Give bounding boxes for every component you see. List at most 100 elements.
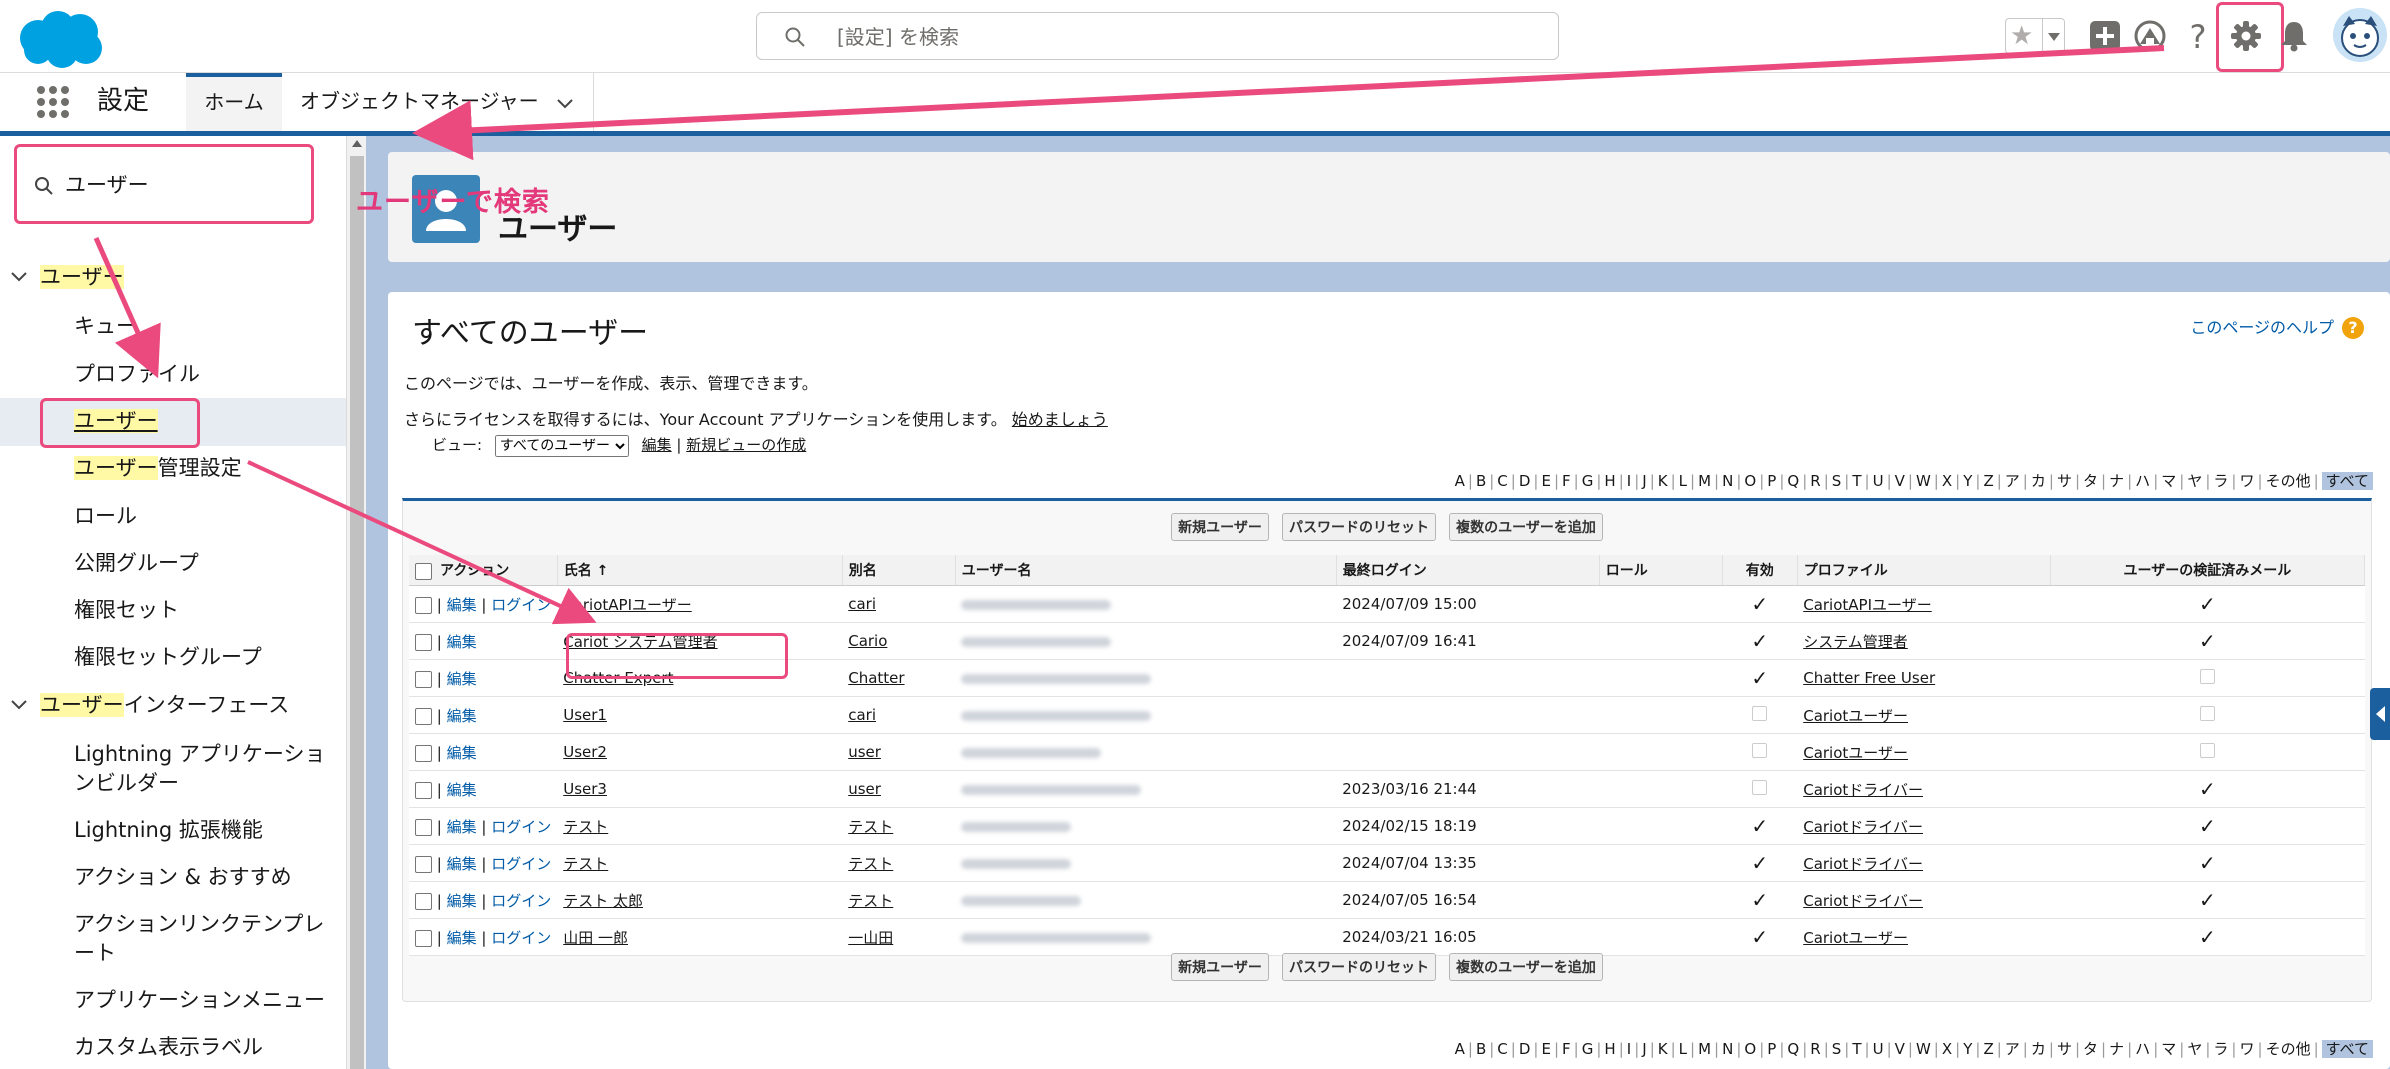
notification-bell-icon[interactable] [2276,18,2312,54]
alpha-filter-letter[interactable]: F [1562,472,1571,490]
user-name-link[interactable]: User3 [563,780,607,798]
user-avatar[interactable] [2333,8,2387,62]
user-alias-link[interactable]: テスト [848,855,893,873]
user-alias-link[interactable]: user [848,780,881,798]
sidebar-item-app-menu[interactable]: アプリケーションメニュー [74,986,344,1015]
alpha-filter-letter[interactable]: W [1916,1040,1931,1058]
alpha-filter-letter[interactable]: T [1852,472,1861,490]
profile-link[interactable]: Cariotユーザー [1803,929,1908,947]
sidebar-item-custom-labels[interactable]: カスタム表示ラベル [74,1033,344,1062]
scrollbar-thumb[interactable] [350,156,364,1069]
new-user-button[interactable]: 新規ユーザー [1171,513,1269,541]
alpha-filter-letter[interactable]: マ [2161,1040,2176,1058]
tree-group-user-interface[interactable]: ユーザーインターフェース [0,690,289,720]
alpha-filter-letter[interactable]: ナ [2109,472,2124,490]
sidebar-item-roles[interactable]: ロール [74,502,344,531]
row-checkbox[interactable] [415,855,432,873]
alpha-filter-letter[interactable]: ヤ [2187,472,2202,490]
col-verified-email[interactable]: ユーザーの検証済みメール [2050,555,2366,586]
row-checkbox[interactable] [415,633,432,651]
favorites-button[interactable]: ★ [2005,18,2065,54]
alpha-filter-letter[interactable]: H [1604,472,1615,490]
user-alias-link[interactable]: Cario [848,632,887,650]
alpha-filter-letter[interactable]: H [1604,1040,1615,1058]
chevron-down-icon[interactable] [10,270,28,284]
row-checkbox[interactable] [415,596,432,614]
alpha-filter-letter[interactable]: P [1767,1040,1776,1058]
alpha-filter-letter[interactable]: J [1642,1040,1646,1058]
alpha-filter-letter[interactable]: D [1519,472,1531,490]
alpha-filter-letter[interactable]: ア [2005,472,2020,490]
alpha-filter-letter[interactable]: すべて [2321,472,2373,490]
alpha-filter-letter[interactable]: ヤ [2187,1040,2202,1058]
profile-link[interactable]: Cariotドライバー [1803,855,1923,873]
sidebar-item-lightning-app-builder[interactable]: Lightning アプリケーションビルダー [74,740,344,798]
user-name-link[interactable]: CariotAPIユーザー [563,596,692,614]
alpha-filter-letter[interactable]: サ [2057,1040,2072,1058]
row-checkbox[interactable] [415,707,432,725]
alpha-filter-letter[interactable]: N [1722,472,1733,490]
alpha-filter-letter[interactable]: E [1541,1040,1550,1058]
row-login-link[interactable]: ログイン [491,892,551,910]
alpha-filter-letter[interactable]: L [1679,1040,1687,1058]
alpha-filter-letter[interactable]: C [1497,472,1507,490]
help-link-text[interactable]: このページのヘルプ [2190,318,2334,337]
col-alias[interactable]: 別名 [842,555,956,586]
alpha-filter-letter[interactable]: X [1942,472,1952,490]
app-launcher-icon[interactable] [36,85,70,119]
row-edit-link[interactable]: 編集 [447,818,477,836]
user-name-link[interactable]: テスト [563,855,608,873]
alpha-filter-letter[interactable]: カ [2031,472,2046,490]
profile-link[interactable]: CariotAPIユーザー [1803,596,1932,614]
table-row[interactable]: | 編集 User2 user Cariotユーザー [409,733,2365,771]
row-edit-link[interactable]: 編集 [447,707,477,725]
alpha-filter-letter[interactable]: タ [2083,1040,2098,1058]
alpha-filter-letter[interactable]: ラ [2213,472,2228,490]
sidebar-item-user-management-settings[interactable]: ユーザー管理設定 [74,454,344,483]
favorites-dropdown-icon[interactable] [2042,19,2065,53]
alpha-filter-letter[interactable]: W [1916,472,1931,490]
col-active[interactable]: 有効 [1722,555,1798,586]
alpha-filter-letter[interactable]: B [1476,472,1486,490]
alpha-filter-letter[interactable]: M [1698,1040,1711,1058]
table-row[interactable]: | 編集 | ログイン CariotAPIユーザー cari 2024/07/09 1… [409,585,2365,623]
tree-group-users[interactable]: ユーザー [0,262,124,292]
global-search-box[interactable] [756,12,1559,61]
reset-password-button[interactable]: パスワードのリセット [1282,513,1436,541]
profile-link[interactable]: Cariotドライバー [1803,892,1923,910]
user-name-link[interactable]: User1 [563,706,607,724]
sidebar-item-lightning-extension[interactable]: Lightning 拡張機能 [74,816,344,845]
table-row[interactable]: | 編集 User3 user 2023/03/16 21:44 Cariotドライバー… [409,770,2365,808]
alpha-filter-letter[interactable]: ハ [2135,472,2150,490]
global-search-input[interactable] [835,13,1539,61]
alpha-filter-letter[interactable]: カ [2031,1040,2046,1058]
alpha-filter-letter[interactable]: G [1582,472,1594,490]
row-edit-link[interactable]: 編集 [447,855,477,873]
new-user-button-bottom[interactable]: 新規ユーザー [1171,953,1269,981]
alpha-filter-letter[interactable]: マ [2161,472,2176,490]
alpha-filter-letter[interactable]: U [1873,1040,1884,1058]
col-name[interactable]: 氏名 ↑ [557,555,843,586]
alpha-filter-letter[interactable]: N [1722,1040,1733,1058]
profile-link[interactable]: Cariotユーザー [1803,744,1908,762]
quick-find-input[interactable] [63,161,297,207]
alpha-filter-letter[interactable]: ア [2005,1040,2020,1058]
tab-object-manager[interactable]: オブジェクトマネージャー [300,81,539,121]
profile-link[interactable]: Cariotドライバー [1803,818,1923,836]
help-question-icon[interactable]: ? [2342,317,2364,339]
alpha-filter-letter[interactable]: I [1627,1040,1631,1058]
global-actions-plus-icon[interactable] [2087,18,2123,54]
alpha-filter-letter[interactable]: A [1455,472,1465,490]
alpha-filter-letter[interactable]: G [1582,1040,1594,1058]
alpha-filter-letter[interactable]: D [1519,1040,1531,1058]
alpha-filter-letter[interactable]: Q [1787,1040,1799,1058]
alpha-filter-letter[interactable]: E [1541,472,1550,490]
alpha-filter-letter[interactable]: A [1455,1040,1465,1058]
profile-link[interactable]: Chatter Free User [1803,669,1935,687]
alpha-filter-letter[interactable]: ワ [2239,472,2254,490]
row-edit-link[interactable]: 編集 [447,744,477,762]
profile-link[interactable]: Cariotユーザー [1803,707,1908,725]
salesforce-logo[interactable] [14,8,106,70]
row-edit-link[interactable]: 編集 [447,633,477,651]
row-edit-link[interactable]: 編集 [447,781,477,799]
